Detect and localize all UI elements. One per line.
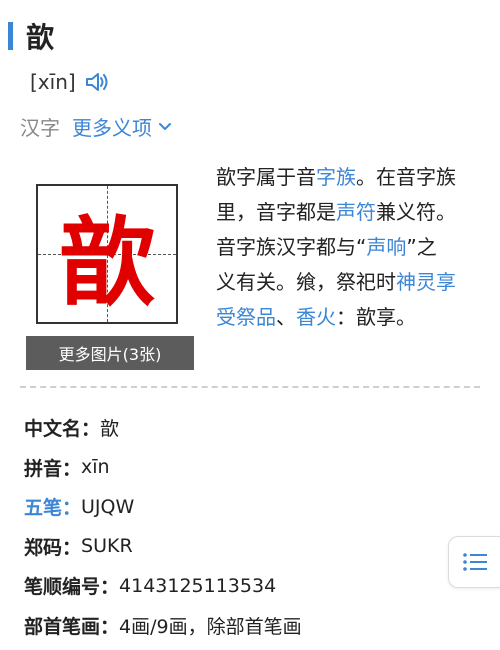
link-zizu[interactable]: 字族 [316,165,356,189]
link-xianghuo[interactable]: 香火 [296,305,336,329]
more-pictures-button[interactable]: 更多图片(3张) [26,336,194,370]
character-glyph: 歆 [59,205,155,319]
table-of-contents-button[interactable] [448,536,500,588]
info-row-zhengma: 郑码： SUKR [24,527,444,567]
info-value: 4143125113534 [119,574,277,597]
info-row-wubi: 五笔： UJQW [24,487,444,527]
info-value: SUKR [81,535,133,558]
desc-text: 、 [276,305,296,329]
info-label-link[interactable]: 五笔： [24,493,81,520]
character-image[interactable]: 歆 [36,184,178,324]
desc-text: ：歆享。 [336,305,416,329]
info-label: 笔顺编号： [24,576,120,599]
info-label: 拼音： [24,457,82,480]
info-value: 4画/9画，除部首笔画 [119,615,302,638]
section-divider [20,386,480,388]
table-of-contents-icon [463,553,487,571]
info-label: 郑码： [24,536,82,559]
chevron-down-icon [159,122,171,130]
more-senses-label: 更多义项 [72,116,152,140]
page-title: 歆 [26,21,55,54]
pinyin-row: [xīn] [30,70,110,94]
sense-nav: 汉字 更多义项 [20,112,172,141]
category-label: 汉字 [20,116,60,140]
pinyin-text: [xīn] [30,70,76,94]
info-row-radical-strokes: 部首笔画： 4画/9画，除部首笔画 [24,606,444,646]
info-row-pinyin: 拼音： xīn [24,448,444,488]
desc-text: 歆字属于音 [216,165,316,189]
more-senses-button[interactable]: 更多义项 [72,112,172,141]
info-row-stroke-order: 笔顺编号： 4143125113534 [24,566,444,606]
link-shengxiang[interactable]: 声响 [366,235,406,259]
link-shengfu[interactable]: 声符 [336,200,376,224]
info-label: 部首笔画： [24,615,120,638]
description-text: 歆字属于音字族。在音字族里，音字都是声符兼义符。音字族汉字都与“声响”之义有关。… [216,160,456,335]
info-label: 中文名： [24,418,101,441]
info-value: 歆 [100,418,120,441]
speaker-icon[interactable] [84,70,110,94]
info-value: UJQW [81,495,135,518]
info-value: xīn [81,456,110,479]
info-table: 中文名： 歆 拼音： xīn 五笔： UJQW 郑码： SUKR 笔顺编号： 4… [24,408,444,645]
title-accent-bar [8,22,13,50]
info-row-name: 中文名： 歆 [24,408,444,448]
